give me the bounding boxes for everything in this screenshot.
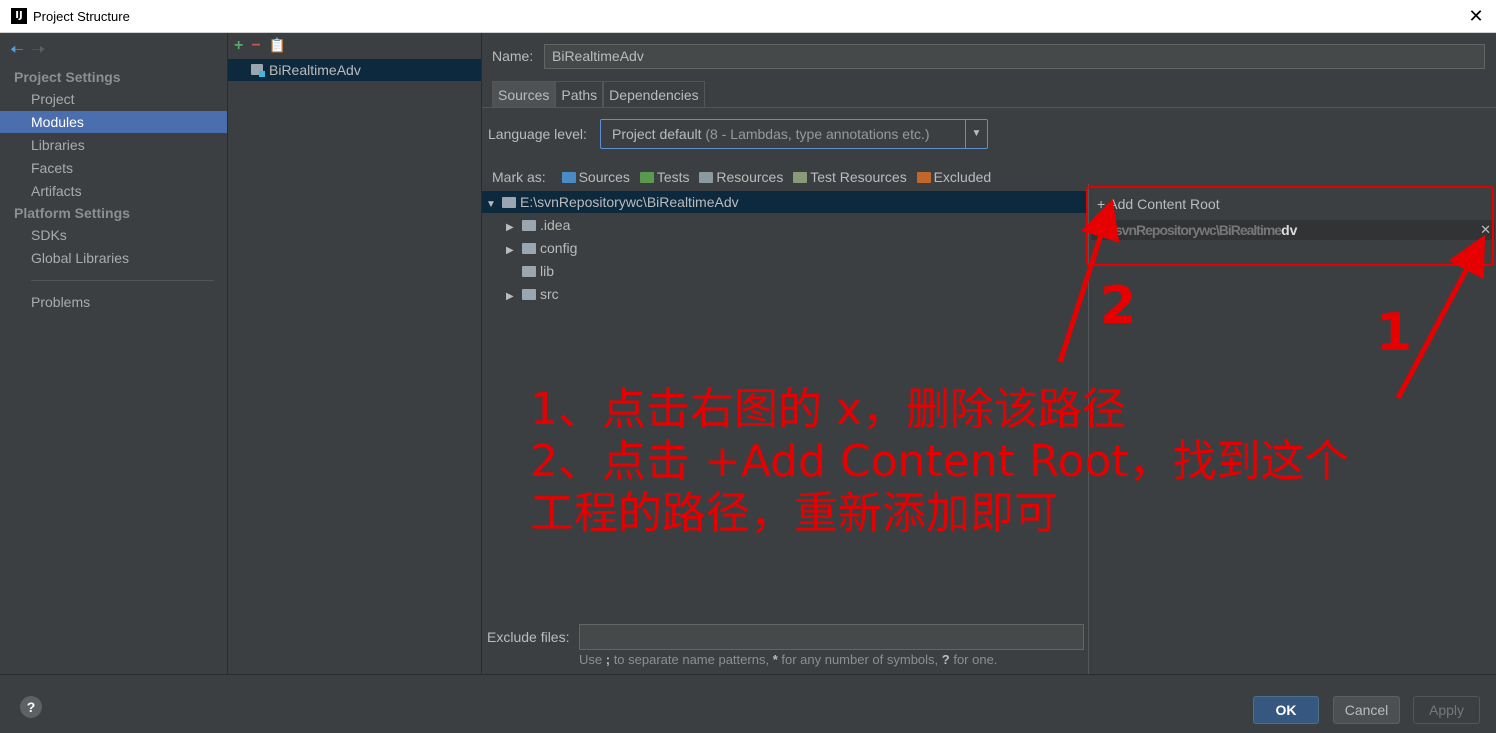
annotation-number-1: 1 (1376, 303, 1413, 363)
annotation-line-2: 2、点击 +Add Content Root，找到这个 (530, 436, 1349, 487)
annotation-line-3: 工程的路径，重新添加即可 (530, 488, 1058, 539)
annotation-number-2: 2 (1100, 276, 1137, 336)
annotation-arrows (1057, 198, 1486, 400)
annotation-line-1: 1、点击右图的 x，删除该路径 (530, 384, 1127, 435)
